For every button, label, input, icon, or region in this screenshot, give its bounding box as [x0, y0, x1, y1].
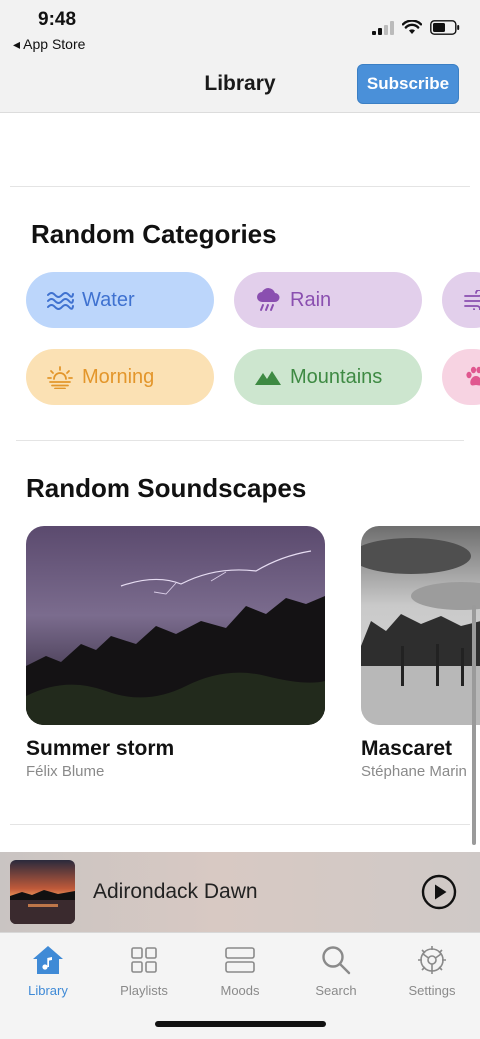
tab-moods[interactable]: Moods — [192, 941, 288, 998]
tab-label: Library — [28, 983, 68, 998]
tab-label: Search — [315, 983, 357, 998]
tab-library[interactable]: Library — [0, 941, 96, 998]
now-playing-title: Adirondack Dawn — [93, 880, 258, 903]
battery-icon — [430, 20, 460, 35]
navigation-bar: Library Subscribe — [0, 58, 480, 113]
now-playing-artwork — [10, 860, 75, 924]
soundscape-card-summer-storm[interactable] — [26, 526, 325, 725]
category-pill-water[interactable]: Water — [26, 272, 214, 328]
back-to-app-store-link[interactable]: ◂ App Store — [13, 36, 85, 53]
now-playing-bar[interactable]: Adirondack Dawn — [0, 852, 480, 932]
tab-label: Settings — [408, 983, 456, 998]
cellular-signal-icon — [372, 20, 394, 35]
category-pill-morning[interactable]: Morning — [26, 349, 214, 405]
category-pill-animals[interactable] — [442, 349, 480, 405]
section-divider — [16, 440, 464, 441]
status-time: 9:48 — [38, 9, 77, 30]
tab-search[interactable]: Search — [288, 941, 384, 998]
category-pill-rain[interactable]: Rain — [234, 272, 422, 328]
category-label: Morning — [82, 365, 155, 388]
playlists-grid-icon — [126, 941, 162, 979]
soundscapes-section-title: Random Soundscapes — [26, 473, 307, 503]
play-button-icon[interactable] — [421, 874, 457, 910]
category-pill-mountains[interactable]: Mountains — [234, 349, 422, 405]
tab-label: Playlists — [120, 983, 168, 998]
tab-playlists[interactable]: Playlists — [96, 941, 192, 998]
tab-label: Moods — [220, 983, 260, 998]
status-icons — [372, 20, 460, 35]
rain-cloud-icon — [254, 286, 282, 314]
sunrise-icon — [46, 363, 74, 391]
moods-stack-icon — [222, 941, 258, 979]
library-house-icon — [30, 941, 66, 979]
soundscape-title: Mascaret — [361, 737, 453, 760]
water-waves-icon — [46, 286, 74, 314]
category-label: Mountains — [290, 365, 383, 388]
category-label: Rain — [290, 288, 332, 311]
soundscape-author: Stéphane Marin — [361, 763, 467, 780]
vertical-scrollbar[interactable] — [472, 605, 476, 845]
category-pill-wind[interactable] — [442, 272, 480, 328]
storm-landscape-image — [26, 526, 325, 725]
wind-icon — [462, 286, 480, 314]
home-indicator[interactable] — [155, 1021, 326, 1027]
soundscape-author: Félix Blume — [26, 763, 105, 780]
status-bar: 9:48 ◂ App Store — [0, 0, 480, 58]
section-divider — [10, 186, 470, 187]
category-label: Water — [82, 288, 135, 311]
soundscape-title: Summer storm — [26, 737, 175, 760]
categories-section-title: Random Categories — [31, 219, 277, 249]
tab-settings[interactable]: Settings — [384, 941, 480, 998]
section-divider — [10, 824, 470, 825]
settings-gear-icon — [414, 941, 450, 979]
search-icon — [318, 941, 354, 979]
river-landscape-image — [361, 526, 480, 725]
paw-icon — [462, 363, 480, 391]
mountains-icon — [254, 363, 282, 391]
soundscape-card-mascaret[interactable] — [361, 526, 480, 725]
subscribe-button[interactable]: Subscribe — [357, 64, 459, 104]
wifi-icon — [402, 20, 422, 34]
